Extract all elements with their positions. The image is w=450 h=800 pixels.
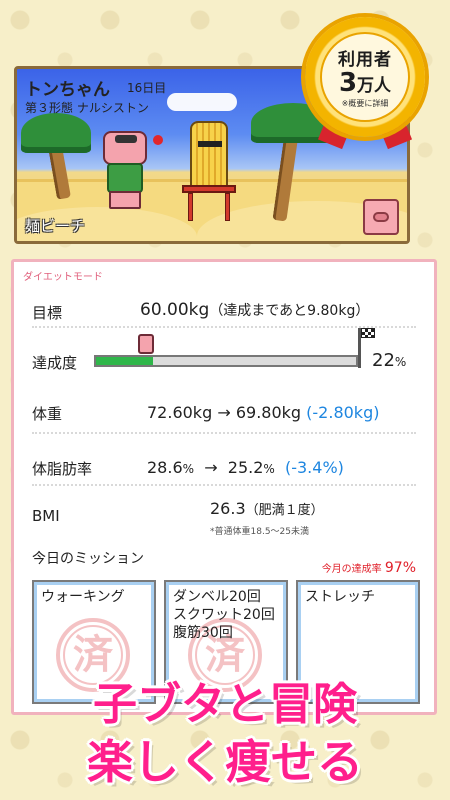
- progress-fill: [96, 357, 154, 365]
- goal-value: 60.00kg（達成まであと9.80kg）: [140, 300, 370, 320]
- badge-note: ※概要に詳細: [341, 98, 389, 108]
- body-fat-label: 体脂肪率: [32, 460, 93, 478]
- bmi-label: BMI: [32, 507, 60, 525]
- character-form: 第３形態 ナルシストン: [25, 101, 149, 115]
- goal-flag-icon: [361, 328, 375, 338]
- rose-icon: [153, 135, 163, 145]
- pig-body: [107, 163, 143, 193]
- progress-bar: [94, 355, 358, 367]
- palm-leaves: [21, 113, 91, 153]
- weight-label: 体重: [32, 405, 63, 423]
- day-count: 16日目: [127, 81, 167, 95]
- pig-marker-icon: [138, 334, 154, 354]
- badge-line1: 利用者: [338, 50, 392, 71]
- progress-percent: 22%: [372, 350, 407, 371]
- body-fat-values: 28.6% → 25.2% (-3.4%): [147, 458, 344, 477]
- badge-line2: 3万人: [338, 68, 392, 99]
- noodle-character[interactable]: [190, 121, 228, 187]
- bmi-value: 26.3（肥満１度）: [210, 499, 324, 518]
- red-table: [182, 185, 236, 221]
- bmi-note: *普通体重18.5〜25未満: [210, 527, 309, 537]
- caption-line2: 楽しく痩せる: [87, 735, 363, 789]
- character-name: トンちゃん: [25, 80, 110, 100]
- diet-mode-title: ダイエットモード: [23, 272, 103, 283]
- mission-title: 今日のミッション: [32, 551, 144, 567]
- users-badge: 利用者 3万人 ※概要に詳細: [302, 14, 428, 150]
- pig-head: [103, 131, 147, 165]
- pig-legs: [109, 191, 141, 209]
- caption-line1: 子ブタと冒険: [93, 679, 357, 730]
- weight-values: 72.60kg → 69.80kg (-2.80kg): [147, 403, 380, 422]
- monthly-rate: 今月の達成率 97%: [321, 560, 416, 576]
- pig-character[interactable]: [95, 131, 153, 211]
- pig-face-icon[interactable]: [363, 199, 399, 235]
- location-name: 麺ビーチ: [25, 217, 86, 235]
- progress-label: 達成度: [32, 354, 78, 372]
- diet-mode-card: ダイエットモード 目標 60.00kg（達成まであと9.80kg） 達成度 22…: [11, 259, 437, 715]
- goal-label: 目標: [32, 304, 63, 322]
- noodle-eyes: [198, 141, 222, 147]
- cloud: [167, 93, 237, 111]
